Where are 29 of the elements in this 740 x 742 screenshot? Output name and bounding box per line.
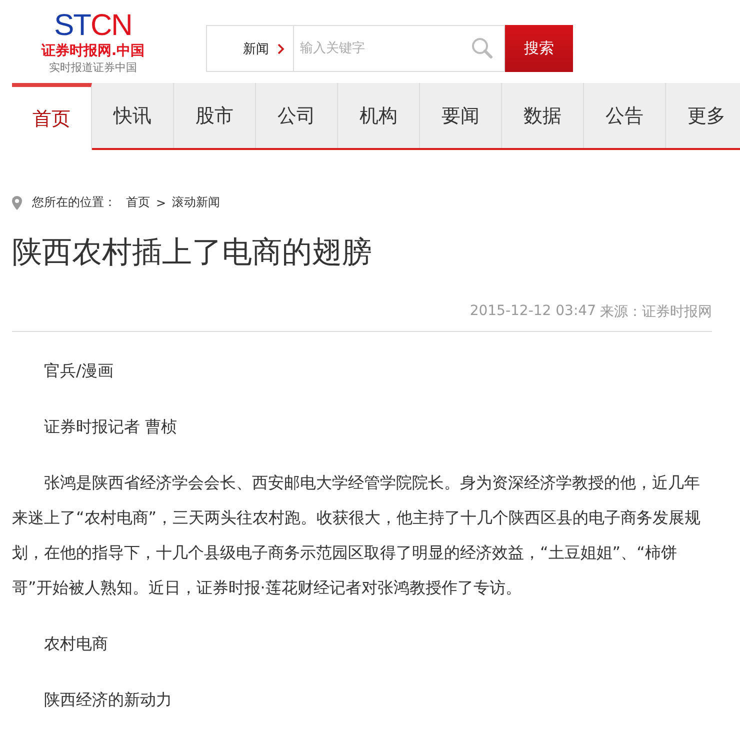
article-title: 陕西农村插上了电商的翅膀 xyxy=(12,234,373,272)
nav-tab[interactable]: 快讯 xyxy=(92,83,174,148)
search-button[interactable]: 搜索 xyxy=(505,25,573,72)
nav-tab[interactable]: 首页 xyxy=(12,83,92,150)
nav-tab[interactable]: 公告 xyxy=(584,83,666,148)
breadcrumb-link[interactable]: 首页 xyxy=(126,194,150,211)
chevron-right-icon xyxy=(277,42,285,54)
logo-mark[interactable]: STCN xyxy=(54,12,132,40)
nav-tab[interactable]: 更多 xyxy=(666,83,740,148)
site-slogan: 实时报道证券中国 xyxy=(49,61,137,75)
breadcrumb-link[interactable]: 滚动新闻 xyxy=(172,194,220,211)
search-field[interactable]: 输入关键字 xyxy=(293,25,505,72)
nav-tab[interactable]: 数据 xyxy=(502,83,584,148)
nav-tab[interactable]: 公司 xyxy=(256,83,338,148)
location-pin-icon xyxy=(12,196,22,210)
article-paragraph: 农村电商 xyxy=(43,633,109,655)
breadcrumb-separator: > xyxy=(156,196,166,210)
nav-tab[interactable]: 股市 xyxy=(174,83,256,148)
article-source: 来源：证券时报网 xyxy=(600,303,712,321)
publish-time: 2015-12-12 03:47 xyxy=(470,303,596,321)
nav-tab[interactable]: 要闻 xyxy=(420,83,502,148)
article-paragraph: 证券时报记者 曹桢 xyxy=(43,416,178,438)
article-paragraph: 张鸿是陕西省经济学会会长、西安邮电大学经管学院院长。身为资深经济学教授的他，近几年来迷上了“农村电商”，三天两头往农村跑。收获很大，他主持了十几个陕西区县的电子商务发展规划，在他的指导下，十几个县级电子商务示范园区取得了明显的经济效益，“土豆姐姐”、“柿饼哥”开始被人熟知。近日，证券时报·莲花财经记者对张鸿教授作了专访。 xyxy=(12,472,702,599)
site-name: 证券时报网.中国 xyxy=(41,42,145,61)
article-paragraph: 官兵/漫画 xyxy=(43,360,114,382)
nav-tab[interactable]: 机构 xyxy=(338,83,420,148)
article-paragraph: 陕西经济的新动力 xyxy=(43,689,173,711)
search-icon[interactable] xyxy=(471,37,493,59)
breadcrumb-label: 您所在的位置： xyxy=(32,194,116,211)
